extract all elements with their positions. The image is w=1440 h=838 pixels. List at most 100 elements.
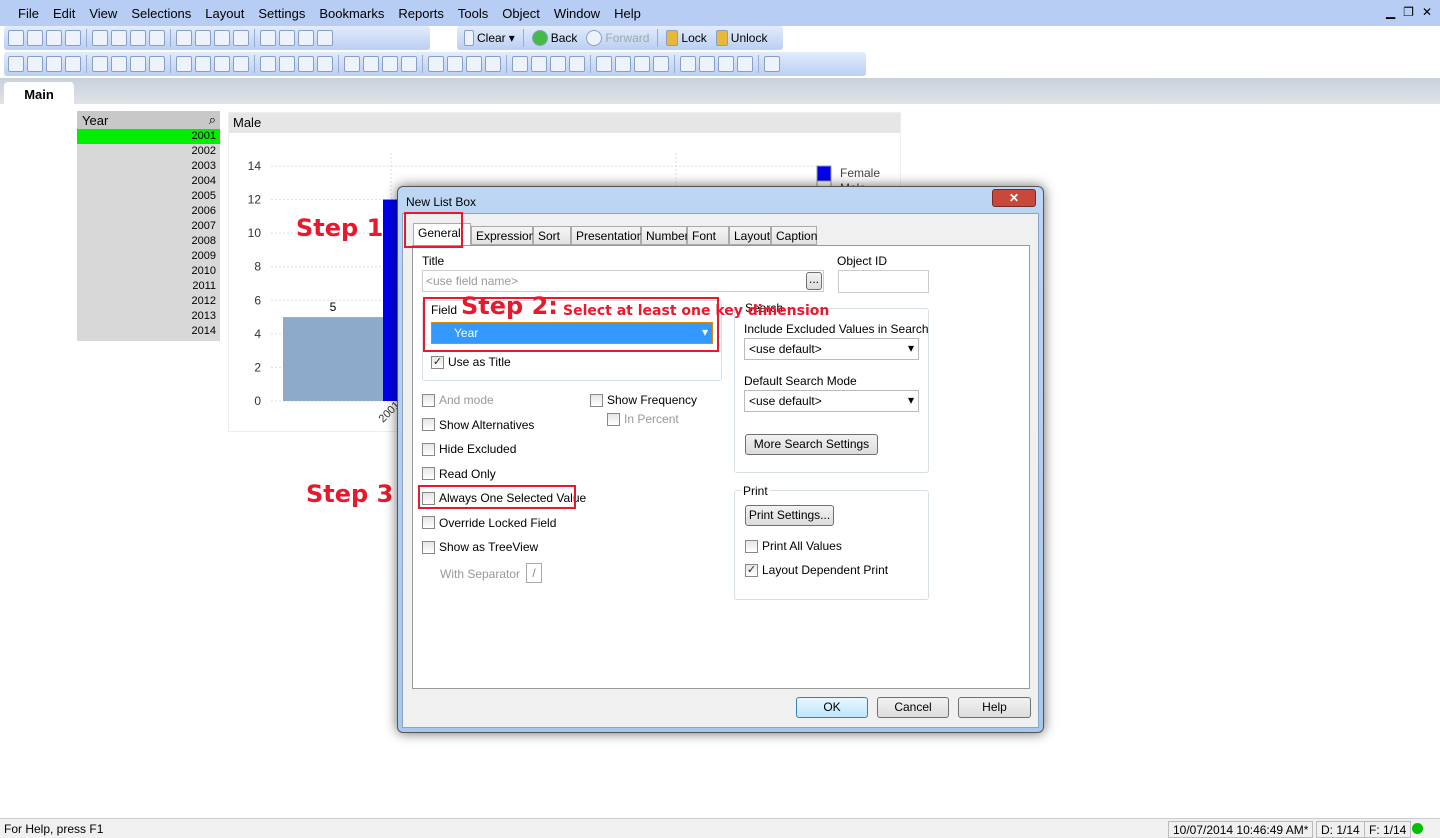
listbox-item[interactable]: 2004	[77, 174, 220, 189]
menu-help[interactable]: Help	[614, 6, 641, 21]
lock-button[interactable]: Lock	[663, 30, 709, 46]
menu-bookmarks[interactable]: Bookmarks	[319, 6, 384, 21]
listbox-item[interactable]: 2014	[77, 324, 220, 339]
restore-button[interactable]: ❐	[1403, 5, 1414, 19]
use-as-title-checkbox[interactable]: ✓ Use as Title	[431, 355, 511, 369]
menu-object[interactable]: Object	[502, 6, 540, 21]
separator-input[interactable]: /	[526, 563, 542, 583]
slider-icon[interactable]	[298, 56, 314, 72]
open-icon[interactable]	[27, 30, 43, 46]
dialog-close-button[interactable]: ✕	[992, 189, 1036, 207]
center-icon[interactable]	[485, 56, 501, 72]
save-icon[interactable]	[65, 30, 81, 46]
field-select[interactable]: Year	[431, 322, 713, 344]
tab-expressions[interactable]: Expressions	[471, 226, 541, 245]
show-as-treeview-checkbox[interactable]: Show as TreeView	[422, 540, 538, 554]
align-left-icon[interactable]	[466, 56, 482, 72]
more-search-settings-button[interactable]: More Search Settings	[745, 434, 878, 455]
edit-module-icon[interactable]	[718, 56, 734, 72]
button-icon[interactable]	[233, 56, 249, 72]
title-expression-button[interactable]: ...	[806, 272, 822, 290]
menu-layout[interactable]: Layout	[205, 6, 244, 21]
tab-sort[interactable]: Sort	[533, 226, 571, 245]
search-object-icon[interactable]	[344, 56, 360, 72]
listbox-item[interactable]: 2002	[77, 144, 220, 159]
server-icon[interactable]	[764, 56, 780, 72]
chart-icon[interactable]	[176, 56, 192, 72]
menu-edit[interactable]: Edit	[53, 6, 75, 21]
text-object-icon[interactable]	[260, 56, 276, 72]
cancel-button[interactable]: Cancel	[877, 697, 949, 718]
tab-number[interactable]: Number	[641, 226, 689, 245]
current-selections-icon[interactable]	[214, 56, 230, 72]
custom-object-icon[interactable]	[382, 56, 398, 72]
listbox-item[interactable]: 2009	[77, 249, 220, 264]
adjust-top-icon[interactable]	[653, 56, 669, 72]
show-frequency-checkbox[interactable]: Show Frequency	[590, 393, 697, 407]
menu-settings[interactable]: Settings	[258, 6, 305, 21]
tab-main[interactable]: Main	[4, 82, 74, 106]
listbox-item[interactable]: 2008	[77, 234, 220, 249]
menu-tools[interactable]: Tools	[458, 6, 488, 21]
chart-wizard-icon[interactable]	[233, 30, 249, 46]
help-icon[interactable]	[298, 30, 314, 46]
listbox-item[interactable]: 2001	[77, 129, 220, 144]
menu-selections[interactable]: Selections	[131, 6, 191, 21]
context-help-icon[interactable]	[317, 30, 333, 46]
container-icon[interactable]	[363, 56, 379, 72]
search-icon[interactable]: ⌕	[209, 112, 216, 128]
close-window-button[interactable]: ✕	[1422, 5, 1432, 19]
listbox-item[interactable]: 2010	[77, 264, 220, 279]
default-search-select[interactable]: <use default>	[744, 390, 919, 412]
in-percent-checkbox[interactable]: In Percent	[607, 412, 679, 426]
print-icon[interactable]	[92, 30, 108, 46]
move-right-icon[interactable]	[46, 56, 62, 72]
title-input[interactable]: <use field name>	[422, 270, 824, 292]
menu-reports[interactable]: Reports	[398, 6, 444, 21]
table-icon[interactable]	[130, 56, 146, 72]
show-alternatives-checkbox[interactable]: Show Alternatives	[422, 418, 534, 432]
listbox-item[interactable]: 2007	[77, 219, 220, 234]
space-horiz-icon[interactable]	[596, 56, 612, 72]
bookmark-star-icon[interactable]	[260, 30, 276, 46]
doc-props-icon[interactable]	[699, 56, 715, 72]
tab-caption[interactable]: Caption	[771, 226, 817, 245]
listbox-item[interactable]: 2005	[77, 189, 220, 204]
new-icon[interactable]	[8, 30, 24, 46]
listbox-icon[interactable]	[92, 56, 108, 72]
move-left-icon[interactable]	[27, 56, 43, 72]
adjust-left-icon[interactable]	[634, 56, 650, 72]
tab-layout[interactable]: Layout	[729, 226, 771, 245]
space-vert-icon[interactable]	[615, 56, 631, 72]
format-painter-icon[interactable]	[428, 56, 444, 72]
ok-button[interactable]: OK	[796, 697, 868, 718]
edit-icon[interactable]	[279, 30, 295, 46]
align-bottom-icon[interactable]	[531, 56, 547, 72]
and-mode-checkbox[interactable]: And mode	[422, 393, 494, 407]
undo-icon[interactable]	[149, 30, 165, 46]
align-right-icon[interactable]	[512, 56, 528, 72]
object-id-input[interactable]	[838, 270, 929, 293]
listbox-item[interactable]: 2006	[77, 204, 220, 219]
layout-dependent-print-checkbox[interactable]: ✓ Layout Dependent Print	[745, 563, 888, 577]
include-excluded-select[interactable]: <use default>	[744, 338, 919, 360]
wizard-icon[interactable]	[401, 56, 417, 72]
line-arrow-icon[interactable]	[279, 56, 295, 72]
tab-font[interactable]: Font	[687, 226, 729, 245]
align-top-icon[interactable]	[569, 56, 585, 72]
statistics-icon[interactable]	[111, 56, 127, 72]
input-box-icon[interactable]	[195, 56, 211, 72]
forward-button[interactable]: Forward	[583, 30, 652, 46]
menu-window[interactable]: Window	[554, 6, 600, 21]
multibox-icon[interactable]	[149, 56, 165, 72]
override-locked-field-checkbox[interactable]: Override Locked Field	[422, 516, 556, 530]
edit-script-icon[interactable]	[111, 30, 127, 46]
sheet-props-icon[interactable]	[65, 56, 81, 72]
menu-view[interactable]: View	[89, 6, 117, 21]
align-icon[interactable]	[447, 56, 463, 72]
clear-button[interactable]: Clear ▾	[461, 30, 518, 46]
reload-icon[interactable]	[46, 30, 62, 46]
menu-file[interactable]: File	[18, 6, 39, 21]
bar-male-2001[interactable]	[283, 317, 383, 401]
center-vert-icon[interactable]	[550, 56, 566, 72]
